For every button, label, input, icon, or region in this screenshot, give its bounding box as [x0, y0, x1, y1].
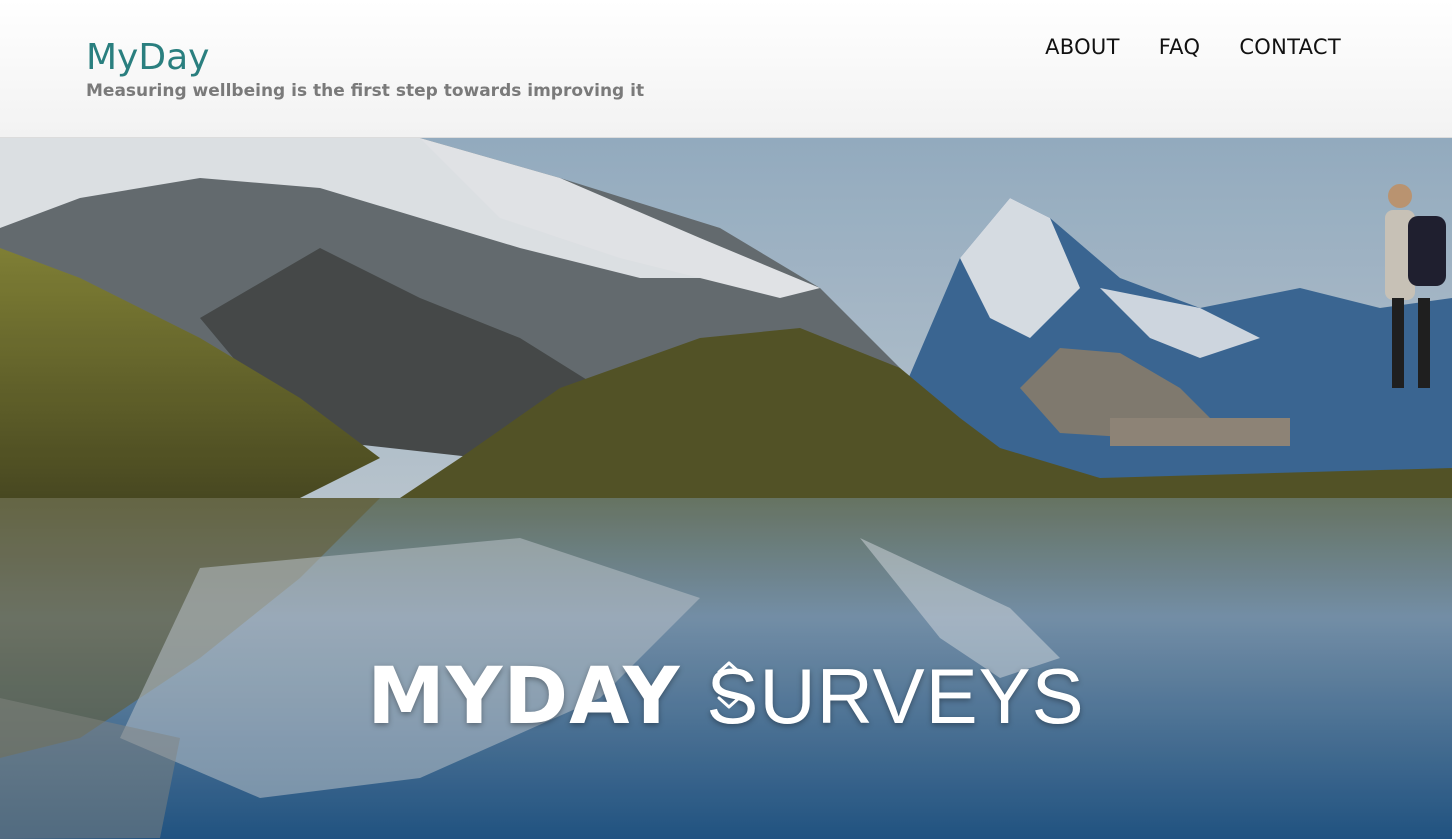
hero-title-strong: MYDAY [367, 652, 681, 742]
site-header: MyDay Measuring wellbeing is the first s… [0, 0, 1452, 138]
nav-item-about[interactable]: ABOUT [1045, 32, 1120, 62]
site-tagline: Measuring wellbeing is the first step to… [86, 81, 645, 101]
main-nav: ABOUT FAQ CONTACT [1045, 32, 1341, 62]
chevron-up-icon[interactable] [716, 658, 742, 676]
chevron-down-icon[interactable] [716, 694, 742, 712]
nav-item-faq[interactable]: FAQ [1159, 32, 1201, 62]
hero-section: MYDAY SURVEYS [0, 138, 1452, 839]
site-logo-link[interactable]: MyDay [86, 36, 209, 80]
hero-title-light: SURVEYS [706, 652, 1085, 740]
nav-item-contact[interactable]: CONTACT [1239, 32, 1341, 62]
